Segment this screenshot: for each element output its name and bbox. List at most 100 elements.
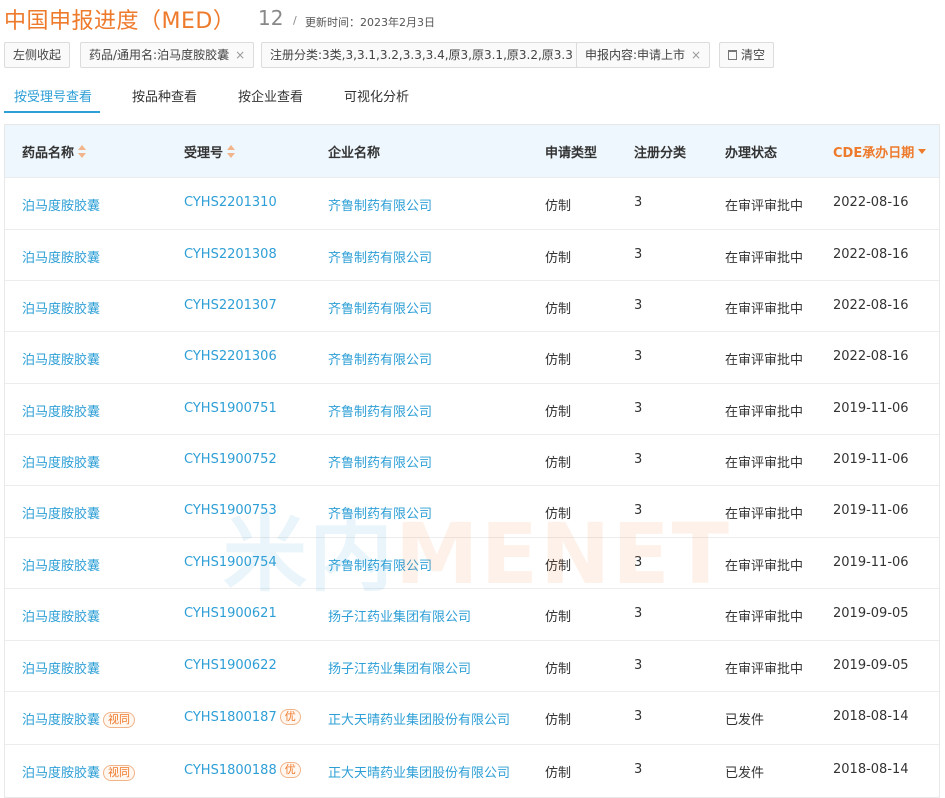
active-tab-indicator bbox=[4, 111, 100, 113]
column-header-category: 注册分类 bbox=[634, 146, 687, 161]
acceptance-link[interactable]: CYHS1900753 bbox=[184, 503, 277, 518]
processing-status: 在审评审批中 bbox=[725, 610, 804, 625]
filter-chip-label: 注册分类:3类,3,3.1,3.2,3.3,3.4,原3,原3.1,原3.2,原… bbox=[270, 48, 573, 62]
cde-date: 2019-11-06 bbox=[833, 555, 909, 570]
table-row: 泊马度胺胶囊 视同 CYHS1800187 优 正大天晴药业集团股份有限公司 仿制 3 已发件… bbox=[5, 691, 939, 742]
drug-cell: 泊马度胺胶囊 视同 bbox=[22, 709, 136, 728]
sort-icon[interactable] bbox=[227, 145, 236, 159]
priority-badge: 优 bbox=[279, 762, 301, 778]
company-link[interactable]: 齐鲁制药有限公司 bbox=[328, 298, 432, 317]
drug-link[interactable]: 泊马度胺胶囊 bbox=[22, 302, 100, 317]
drug-link[interactable]: 泊马度胺胶囊 bbox=[22, 456, 100, 471]
cde-date: 2018-08-14 bbox=[833, 762, 909, 777]
acceptance-link[interactable]: CYHS1900621 bbox=[184, 606, 277, 621]
company-link[interactable]: 扬子江药业集团有限公司 bbox=[328, 658, 471, 677]
processing-status: 在审评审批中 bbox=[725, 662, 804, 677]
cde-date: 2019-09-05 bbox=[833, 658, 909, 673]
company-link[interactable]: 齐鲁制药有限公司 bbox=[328, 503, 432, 522]
company-link[interactable]: 齐鲁制药有限公司 bbox=[328, 247, 432, 266]
acceptance-link[interactable]: CYHS1800187 bbox=[184, 710, 277, 725]
application-type: 仿制 bbox=[545, 456, 572, 471]
processing-status: 在审评审批中 bbox=[725, 302, 804, 317]
drug-link[interactable]: 泊马度胺胶囊 bbox=[22, 610, 100, 625]
tab-by-acceptance[interactable]: 按受理号查看 bbox=[14, 86, 92, 105]
acceptance-link[interactable]: CYHS1900752 bbox=[184, 452, 277, 467]
column-header-acceptance[interactable]: 受理号 bbox=[184, 142, 236, 161]
acceptance-link[interactable]: CYHS2201310 bbox=[184, 195, 277, 210]
table-row: 泊马度胺胶囊 视同 CYHS1800188 优 正大天晴药业集团股份有限公司 仿制 3 已发件… bbox=[5, 744, 939, 795]
tab-by-company[interactable]: 按企业查看 bbox=[238, 86, 303, 105]
application-type: 仿制 bbox=[545, 353, 572, 368]
clear-filters-label: 清空 bbox=[741, 48, 766, 62]
collapse-sidebar-button[interactable]: 左侧收起 bbox=[4, 42, 71, 68]
cde-date: 2019-11-06 bbox=[833, 401, 909, 416]
cde-date: 2019-09-05 bbox=[833, 606, 909, 621]
drug-link[interactable]: 泊马度胺胶囊 bbox=[22, 199, 100, 214]
filter-chip-drug: 药品/通用名:泊马度胺胶囊 × bbox=[80, 42, 255, 68]
acceptance-cell: CYHS1800187 优 bbox=[184, 709, 301, 725]
cde-date: 2022-08-16 bbox=[833, 247, 909, 262]
tab-by-drug[interactable]: 按品种查看 bbox=[132, 86, 197, 105]
drug-link[interactable]: 泊马度胺胶囊 bbox=[22, 662, 100, 677]
tab-visual-analysis[interactable]: 可视化分析 bbox=[344, 86, 409, 105]
company-link[interactable]: 齐鲁制药有限公司 bbox=[328, 401, 432, 420]
company-link[interactable]: 齐鲁制药有限公司 bbox=[328, 349, 432, 368]
acceptance-link[interactable]: CYHS1900622 bbox=[184, 658, 277, 673]
registration-category: 3 bbox=[634, 606, 643, 621]
drug-cell: 泊马度胺胶囊 bbox=[22, 658, 100, 677]
processing-status: 在审评审批中 bbox=[725, 507, 804, 522]
drug-link[interactable]: 泊马度胺胶囊 bbox=[22, 766, 100, 781]
processing-status: 在审评审批中 bbox=[725, 559, 804, 574]
clear-filters-button[interactable]: 清空 bbox=[719, 42, 775, 68]
processing-status: 已发件 bbox=[725, 766, 765, 781]
company-link[interactable]: 正大天晴药业集团股份有限公司 bbox=[328, 709, 510, 728]
acceptance-link[interactable]: CYHS1900751 bbox=[184, 401, 277, 416]
acceptance-link[interactable]: CYHS1800188 bbox=[184, 763, 277, 778]
column-header-drug[interactable]: 药品名称 bbox=[22, 142, 87, 161]
processing-status: 已发件 bbox=[725, 713, 765, 728]
application-type: 仿制 bbox=[545, 559, 572, 574]
sort-desc-icon[interactable] bbox=[918, 145, 927, 159]
close-icon[interactable]: × bbox=[235, 48, 245, 62]
table-row: 泊马度胺胶囊 CYHS2201306 齐鲁制药有限公司 仿制 3 在审评审批中 2022-0… bbox=[5, 331, 939, 382]
column-header-cde-date[interactable]: CDE承办日期 bbox=[833, 142, 927, 161]
company-link[interactable]: 扬子江药业集团有限公司 bbox=[328, 606, 471, 625]
drug-cell: 泊马度胺胶囊 bbox=[22, 195, 100, 214]
cde-date: 2019-11-06 bbox=[833, 503, 909, 518]
company-link[interactable]: 正大天晴药业集团股份有限公司 bbox=[328, 762, 510, 781]
drug-link[interactable]: 泊马度胺胶囊 bbox=[22, 353, 100, 368]
acceptance-link[interactable]: CYHS2201308 bbox=[184, 247, 277, 262]
registration-category: 3 bbox=[634, 555, 643, 570]
filter-chip-content: 申报内容:申请上市 × bbox=[576, 42, 711, 68]
registration-category: 3 bbox=[634, 658, 643, 673]
table-header: 药品名称 受理号 企业名称 申请类型 注册分类 办理状态 CDE承办日期 bbox=[5, 125, 939, 177]
drug-link[interactable]: 泊马度胺胶囊 bbox=[22, 405, 100, 420]
filter-chip-category: 注册分类:3类,3,3.1,3.2,3.3,3.4,原3,原3.1,原3.2,原… bbox=[261, 42, 598, 68]
trash-icon bbox=[728, 50, 737, 60]
company-link[interactable]: 齐鲁制药有限公司 bbox=[328, 195, 432, 214]
registration-category: 3 bbox=[634, 452, 643, 467]
drug-cell: 泊马度胺胶囊 bbox=[22, 349, 100, 368]
acceptance-link[interactable]: CYHS1900754 bbox=[184, 555, 277, 570]
company-link[interactable]: 齐鲁制药有限公司 bbox=[328, 555, 432, 574]
company-link[interactable]: 齐鲁制药有限公司 bbox=[328, 452, 432, 471]
drug-cell: 泊马度胺胶囊 bbox=[22, 555, 100, 574]
page-title: 中国申报进度（MED） bbox=[4, 9, 236, 34]
sort-icon[interactable] bbox=[78, 145, 87, 159]
drug-link[interactable]: 泊马度胺胶囊 bbox=[22, 713, 100, 728]
acceptance-cell: CYHS1900753 bbox=[184, 503, 277, 518]
acceptance-cell: CYHS1800188 优 bbox=[184, 762, 301, 778]
priority-badge: 优 bbox=[279, 709, 301, 725]
equivalence-badge: 视同 bbox=[103, 712, 136, 728]
acceptance-link[interactable]: CYHS2201307 bbox=[184, 298, 277, 313]
drug-link[interactable]: 泊马度胺胶囊 bbox=[22, 559, 100, 574]
cde-date: 2018-08-14 bbox=[833, 709, 909, 724]
acceptance-cell: CYHS1900622 bbox=[184, 658, 277, 673]
table-row: 泊马度胺胶囊 CYHS1900753 齐鲁制药有限公司 仿制 3 在审评审批中 2019-1… bbox=[5, 485, 939, 536]
collapse-sidebar-label: 左侧收起 bbox=[13, 48, 62, 62]
acceptance-link[interactable]: CYHS2201306 bbox=[184, 349, 277, 364]
drug-link[interactable]: 泊马度胺胶囊 bbox=[22, 251, 100, 266]
close-icon[interactable]: × bbox=[691, 48, 701, 62]
registration-category: 3 bbox=[634, 709, 643, 724]
drug-link[interactable]: 泊马度胺胶囊 bbox=[22, 507, 100, 522]
